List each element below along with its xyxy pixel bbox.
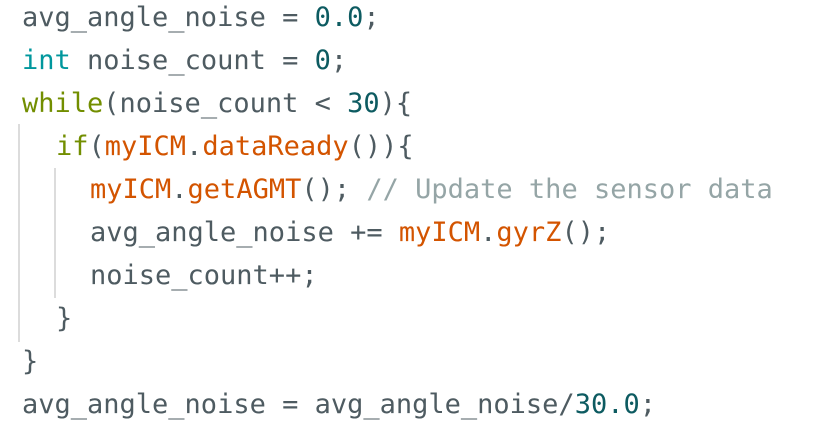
code-token-keyword: if (56, 131, 89, 162)
code-line-5: myICM.getAGMT(); // Update the sensor da… (90, 168, 773, 211)
code-token-default: ; (639, 389, 656, 420)
code-token-default: avg_angle_noise = avg_angle_noise/ (22, 389, 575, 420)
code-token-number: 30 (347, 88, 380, 119)
code-token-number: 0 (314, 45, 331, 76)
code-line-9: } (22, 340, 38, 383)
code-line-1: avg_angle_noise = 0.0; (22, 0, 380, 39)
code-token-default: (); (301, 174, 367, 205)
code-token-default: ; (363, 2, 380, 33)
code-token-number: 30.0 (574, 389, 640, 420)
indent-guide-level-1 (18, 124, 20, 342)
code-line-6: avg_angle_noise += myICM.gyrZ(); (90, 211, 610, 254)
code-token-default: (noise_count < (103, 88, 348, 119)
code-token-default: } (56, 303, 73, 334)
code-token-method: dataReady (202, 131, 349, 162)
code-token-default: ()){ (348, 131, 414, 162)
code-token-comment: // Update the sensor data (366, 174, 773, 205)
code-token-method: getAGMT (187, 174, 302, 205)
code-line-3: while(noise_count < 30){ (22, 82, 412, 125)
code-line-10: avg_angle_noise = avg_angle_noise/30.0; (22, 383, 656, 426)
code-token-obj: myICM (90, 174, 172, 205)
indent-guide-level-2 (54, 168, 56, 298)
code-line-4: if(myICM.dataReady()){ (56, 125, 414, 168)
code-token-obj: myICM (398, 217, 481, 248)
code-token-default: avg_angle_noise = (22, 2, 315, 33)
code-token-default: . (480, 217, 497, 248)
code-token-obj: myICM (104, 131, 187, 162)
code-line-7: noise_count++; (90, 254, 318, 297)
code-token-keyword: while (22, 88, 104, 119)
code-token-default: ){ (379, 88, 413, 119)
code-line-8: } (56, 297, 72, 340)
code-token-number: 0.0 (314, 2, 364, 33)
code-token-default: noise_count = (70, 45, 315, 76)
code-token-default: ; (330, 45, 348, 76)
code-token-default: avg_angle_noise += (90, 217, 399, 248)
code-token-type: int (22, 45, 71, 76)
code-line-2: int noise_count = 0; (22, 39, 347, 82)
code-token-default: noise_count++; (90, 260, 318, 291)
code-token-default: } (22, 346, 39, 377)
code-token-method: gyrZ (496, 217, 562, 248)
code-token-default: . (186, 131, 203, 162)
code-token-default: (); (561, 217, 611, 248)
code-token-default: ( (88, 131, 105, 162)
code-editor[interactable]: avg_angle_noise = 0.0; int noise_count = … (0, 0, 820, 426)
code-token-default: . (171, 174, 188, 205)
